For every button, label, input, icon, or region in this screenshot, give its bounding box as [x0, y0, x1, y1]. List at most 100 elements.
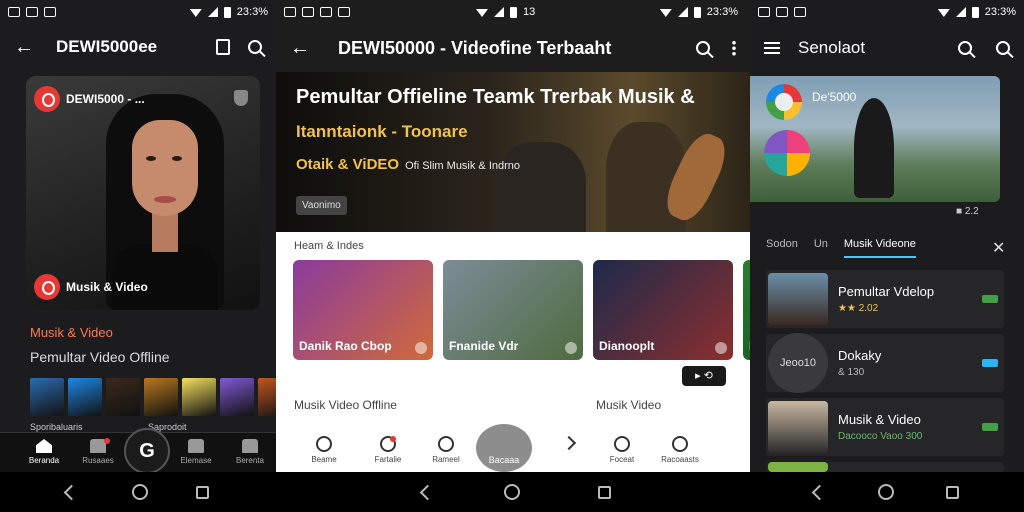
wifi-icon: [659, 9, 672, 17]
nav-home-icon[interactable]: [504, 484, 520, 500]
nav-back-icon[interactable]: [419, 484, 436, 501]
tab-un[interactable]: Un: [814, 238, 828, 258]
notification-dot: [390, 436, 396, 442]
toggle-switch[interactable]: [982, 295, 998, 303]
video-thumbnail[interactable]: [30, 378, 64, 416]
app-logo-icon: [34, 86, 60, 112]
nav-item[interactable]: Fartalie: [366, 436, 410, 464]
tab-sodon[interactable]: Sodon: [766, 238, 798, 258]
wifi-icon: [937, 9, 950, 17]
video-card-title: Dianooplt: [599, 339, 655, 353]
bookmark-icon[interactable]: [216, 39, 230, 55]
nav-item[interactable]: Foceat: [600, 436, 644, 464]
toggle-switch[interactable]: [982, 359, 998, 367]
hero-banner[interactable]: Pemultar Offieline Teamk Trerbak Musik &…: [276, 72, 750, 232]
nav-label: Rusaaes: [82, 456, 114, 465]
image-icon: [758, 7, 770, 17]
status-time: 13: [523, 6, 536, 18]
section-title: Musik Video: [596, 398, 662, 412]
video-card[interactable]: Danik Rao Cbop: [293, 260, 433, 360]
toggle-switch[interactable]: [982, 423, 998, 431]
fab-label: Bacaaa: [488, 455, 520, 465]
notification-icon: [338, 7, 350, 17]
section-title: Musik Video Offline: [294, 398, 397, 412]
video-thumbnail[interactable]: [106, 378, 140, 416]
video-card[interactable]: P: [743, 260, 750, 360]
search-icon[interactable]: [696, 41, 710, 55]
silhouette-image: [854, 98, 894, 198]
video-thumbnail[interactable]: [144, 378, 178, 416]
video-thumbnail[interactable]: [220, 378, 254, 416]
artist-icon: [438, 436, 454, 452]
nav-back-icon[interactable]: [811, 484, 828, 501]
nav-back-icon[interactable]: [63, 484, 80, 501]
hero-brand: DEWI5000 - ...: [34, 86, 145, 112]
list-item[interactable]: [766, 462, 1004, 472]
banner-subtitle: Itanntaionk - Toonare: [296, 122, 468, 141]
app-bar: ← DEWI5000ee: [0, 24, 276, 70]
thumb-caption: Sporibaluaris: [30, 422, 83, 432]
play-icon[interactable]: [565, 342, 577, 354]
search-icon[interactable]: [248, 40, 262, 54]
list-item-subtitle: ★★ 2.02: [838, 303, 879, 314]
notification-icon: [794, 7, 806, 17]
nav-recent-icon[interactable]: [946, 486, 959, 499]
close-icon[interactable]: ✕: [992, 238, 1005, 258]
nav-more[interactable]: Berenta: [230, 439, 270, 465]
nav-library[interactable]: Rusaaes: [78, 439, 118, 465]
nav-recent-icon[interactable]: [598, 486, 611, 499]
search-icon[interactable]: [958, 41, 972, 55]
nav-recent-icon[interactable]: [196, 486, 209, 499]
main-fab-button[interactable]: G: [124, 428, 170, 472]
headphones-icon: [316, 436, 332, 452]
video-thumbnail[interactable]: [68, 378, 102, 416]
app-bar: Senolaot: [750, 24, 1024, 72]
list-item-subtitle: & 130: [838, 367, 865, 378]
status-bar: 13 23:3%: [276, 0, 750, 24]
mini-player-controls[interactable]: ▸ ⟲: [682, 366, 726, 386]
hero-card[interactable]: De'5000: [750, 76, 1000, 202]
video-thumbnail[interactable]: [182, 378, 216, 416]
wifi-icon: [476, 9, 488, 17]
list-item[interactable]: Musik & Video Dacooco Vaoo 300: [766, 398, 1004, 456]
video-thumbnail[interactable]: [258, 378, 276, 416]
nav-item[interactable]: Beame: [302, 436, 346, 464]
music-logo-icon: [34, 274, 60, 300]
list-item[interactable]: Jeoo10 Dokaky & 130: [766, 333, 1004, 393]
video-card-title: Danik Rao Cbop: [299, 339, 392, 353]
banner-tagline: Otaik & ViDEO Ofi Slim Musik & Indrno: [296, 156, 520, 173]
nav-home-icon[interactable]: [132, 484, 148, 500]
nav-label: Racoaasts: [661, 455, 699, 464]
hero-card[interactable]: DEWI5000 - ... Musik & Video: [26, 76, 260, 310]
system-nav-bar: [0, 472, 1024, 512]
menu-icon[interactable]: [764, 42, 780, 54]
search-icon[interactable]: [996, 41, 1010, 55]
video-card[interactable]: Fnanide Vdr: [443, 260, 583, 360]
list-item-subtitle: Dacooco Vaoo 300: [838, 431, 923, 442]
play-icon[interactable]: [715, 342, 727, 354]
status-time: 23:3%: [236, 6, 268, 18]
more-vert-icon[interactable]: [732, 40, 736, 56]
nav-label: Fartalie: [374, 455, 402, 464]
status-time: 23:3%: [706, 6, 738, 18]
back-arrow-icon[interactable]: ←: [290, 38, 310, 58]
image-icon: [776, 7, 788, 17]
hero-name: De'5000: [812, 90, 857, 104]
heart-icon: [614, 436, 630, 452]
avatar: [768, 273, 828, 325]
back-arrow-icon[interactable]: ←: [14, 37, 34, 57]
shield-icon[interactable]: [234, 90, 248, 106]
tab-musik-videone[interactable]: Musik Videone: [843, 238, 916, 258]
list-item[interactable]: Pemultar Vdelop ★★ 2.02: [766, 270, 1004, 328]
hero-brand-text: DEWI5000 - ...: [66, 92, 145, 106]
battery-icon: [223, 6, 231, 18]
play-icon[interactable]: [415, 342, 427, 354]
record-fab-button[interactable]: Bacaaa: [476, 424, 532, 472]
video-card[interactable]: Dianooplt: [593, 260, 733, 360]
nav-home[interactable]: Beranda: [24, 439, 64, 465]
nav-item[interactable]: Racoaasts: [658, 436, 702, 464]
banner-pill[interactable]: Vaonimo: [296, 196, 347, 215]
nav-explore[interactable]: Elemase: [176, 439, 216, 465]
nav-home-icon[interactable]: [878, 484, 894, 500]
nav-item[interactable]: Rameel: [424, 436, 468, 464]
